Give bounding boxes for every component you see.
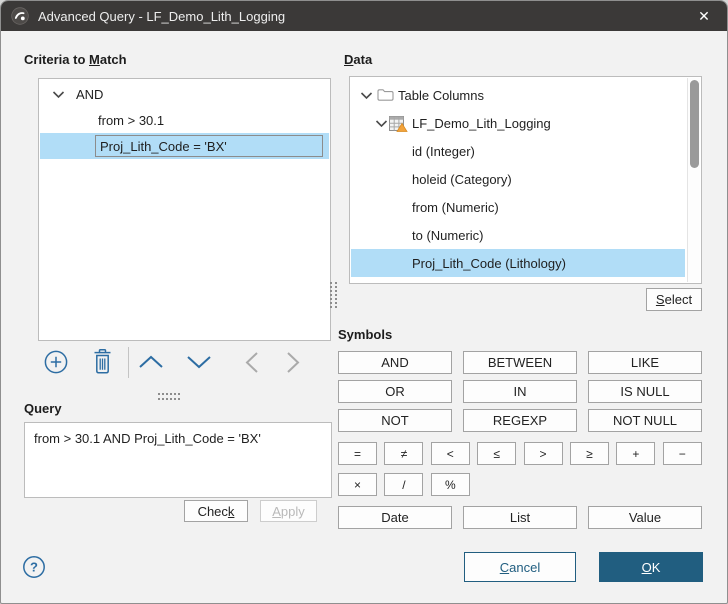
- title-bar: Advanced Query - LF_Demo_Lith_Logging ✕: [1, 1, 727, 31]
- data-node-from[interactable]: from (Numeric): [351, 193, 685, 221]
- chevron-down-icon[interactable]: [375, 119, 388, 128]
- criteria-node-label: from > 30.1: [98, 112, 165, 128]
- data-tree: Table Columns LF_Demo_Lith_Logging id (I…: [349, 76, 702, 284]
- data-node-to[interactable]: to (Numeric): [351, 221, 685, 249]
- data-label: Data: [344, 52, 373, 67]
- toolbar-divider: [128, 347, 129, 378]
- data-node-label: holeid (Category): [412, 171, 512, 187]
- help-icon: ?: [23, 556, 45, 578]
- app-logo-icon: [11, 7, 29, 25]
- query-text: from > 30.1 AND Proj_Lith_Code = 'BX': [34, 431, 261, 446]
- add-criteria-button[interactable]: [43, 349, 69, 375]
- chevron-down-icon[interactable]: [360, 91, 373, 100]
- data-node-label: Table Columns: [398, 87, 484, 103]
- operator-plus-button[interactable]: +: [616, 442, 656, 465]
- criteria-node-from[interactable]: from > 30.1: [40, 107, 329, 133]
- cancel-button[interactable]: Cancel: [464, 552, 576, 582]
- symbol-like-button[interactable]: LIKE: [588, 351, 702, 374]
- trash-icon: [94, 349, 111, 374]
- svg-text:?: ?: [30, 560, 38, 575]
- operator-less-than-button[interactable]: <: [430, 442, 470, 465]
- table-warning-icon: [389, 116, 408, 132]
- data-node-label: Proj_Lith_Code (Lithology): [412, 255, 566, 271]
- criteria-node-label: Proj_Lith_Code = 'BX': [100, 138, 227, 154]
- move-down-button[interactable]: [186, 354, 212, 370]
- data-node-id[interactable]: id (Integer): [351, 137, 685, 165]
- symbol-in-button[interactable]: IN: [463, 380, 577, 403]
- operator-row-2: × / %: [338, 473, 470, 496]
- chevron-up-icon: [139, 355, 163, 368]
- criteria-node-edit-rect: Proj_Lith_Code = 'BX': [95, 135, 323, 157]
- operator-multiply-button[interactable]: ×: [338, 473, 377, 496]
- data-node-label: id (Integer): [412, 143, 475, 159]
- plus-circle-icon: [44, 350, 68, 374]
- criteria-tree: AND from > 30.1 Proj_Lith_Code = 'BX': [38, 78, 331, 341]
- folder-icon: [377, 88, 394, 102]
- criteria-node-and[interactable]: AND: [40, 81, 329, 107]
- close-icon: ✕: [698, 7, 710, 24]
- symbol-or-button[interactable]: OR: [338, 380, 452, 403]
- data-node-projlithcode-selected[interactable]: Proj_Lith_Code (Lithology): [351, 249, 685, 277]
- move-up-button[interactable]: [138, 354, 164, 370]
- operator-modulo-button[interactable]: %: [430, 473, 470, 496]
- symbol-is-null-button[interactable]: IS NULL: [588, 380, 702, 403]
- move-right-button-disabled[interactable]: [285, 351, 301, 374]
- symbol-and-button[interactable]: AND: [338, 351, 452, 374]
- query-text-area[interactable]: from > 30.1 AND Proj_Lith_Code = 'BX': [24, 422, 332, 498]
- operator-greater-equal-button[interactable]: ≥: [569, 442, 609, 465]
- data-node-label: to (Numeric): [412, 227, 484, 243]
- select-button[interactable]: Select: [646, 288, 702, 311]
- list-button[interactable]: List: [463, 506, 577, 529]
- window-title: Advanced Query - LF_Demo_Lith_Logging: [38, 8, 286, 24]
- advanced-query-dialog: Advanced Query - LF_Demo_Lith_Logging ✕ …: [0, 0, 728, 604]
- operator-minus-button[interactable]: −: [662, 442, 702, 465]
- operator-equals-button[interactable]: =: [338, 442, 377, 465]
- criteria-label: Criteria to Match: [24, 52, 127, 67]
- chevron-left-icon: [245, 352, 258, 373]
- data-node-table-columns[interactable]: Table Columns: [351, 81, 685, 109]
- data-node-holeid[interactable]: holeid (Category): [351, 165, 685, 193]
- apply-button[interactable]: Apply: [260, 500, 317, 522]
- date-button[interactable]: Date: [338, 506, 452, 529]
- symbol-between-button[interactable]: BETWEEN: [463, 351, 577, 374]
- close-button[interactable]: ✕: [681, 1, 727, 31]
- symbol-regexp-button[interactable]: REGEXP: [463, 409, 577, 432]
- operator-greater-than-button[interactable]: >: [523, 442, 563, 465]
- data-node-label: from (Numeric): [412, 199, 499, 215]
- operator-less-equal-button[interactable]: ≤: [477, 442, 517, 465]
- criteria-node-label: AND: [76, 86, 104, 102]
- data-tree-scrollbar[interactable]: [687, 78, 700, 282]
- symbol-not-button[interactable]: NOT: [338, 409, 452, 432]
- data-node-table[interactable]: LF_Demo_Lith_Logging: [351, 109, 685, 137]
- scrollbar-thumb[interactable]: [690, 80, 699, 168]
- operator-divide-button[interactable]: /: [384, 473, 424, 496]
- chevron-down-icon[interactable]: [52, 90, 65, 99]
- horizontal-splitter-handle[interactable]: [158, 393, 180, 400]
- operator-not-equals-button[interactable]: ≠: [384, 442, 424, 465]
- move-left-button-disabled[interactable]: [244, 351, 260, 374]
- ok-button[interactable]: OK: [599, 552, 703, 582]
- value-button[interactable]: Value: [588, 506, 702, 529]
- data-node-label: LF_Demo_Lith_Logging: [412, 115, 551, 131]
- value-button-row: Date List Value: [338, 506, 702, 529]
- criteria-node-projlithcode-selected[interactable]: Proj_Lith_Code = 'BX': [40, 133, 329, 159]
- symbols-keyword-grid: AND BETWEEN LIKE OR IN IS NULL NOT REGEX…: [338, 351, 702, 432]
- delete-criteria-button[interactable]: [91, 348, 114, 375]
- chevron-down-icon: [187, 356, 211, 369]
- query-label: Query: [24, 401, 62, 416]
- vertical-splitter-handle[interactable]: [330, 282, 337, 308]
- check-button[interactable]: Chec k: [184, 500, 248, 522]
- operator-row-1: = ≠ < ≤ > ≥ + −: [338, 442, 702, 465]
- help-button[interactable]: ?: [22, 555, 46, 579]
- symbols-label: Symbols: [338, 327, 393, 342]
- symbol-not-null-button[interactable]: NOT NULL: [588, 409, 702, 432]
- chevron-right-icon: [287, 352, 300, 373]
